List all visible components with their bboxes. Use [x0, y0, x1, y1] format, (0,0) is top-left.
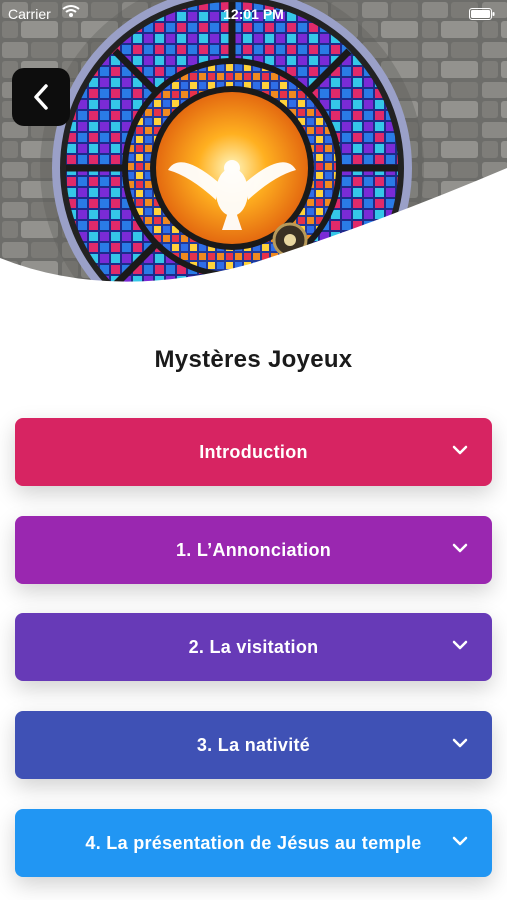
battery-icon	[469, 7, 495, 23]
accordion-annonciation[interactable]: 1. L’Annonciation	[15, 516, 492, 584]
accordion-label: Introduction	[199, 441, 308, 462]
accordion-visitation[interactable]: 2. La visitation	[15, 613, 492, 681]
page-title: Mystères Joyeux	[154, 346, 353, 373]
accordion-label: 1. L’Annonciation	[175, 539, 332, 560]
chevron-left-icon	[34, 84, 48, 110]
accordion-label: 3. La nativité	[196, 734, 311, 755]
chevron-down-icon	[452, 738, 468, 748]
stained-glass-image	[0, 0, 507, 300]
status-bar: Carrier 12:01 PM	[0, 0, 507, 28]
accordion-label: 4. La présentation de Jésus au temple	[85, 832, 422, 853]
chevron-down-icon	[452, 543, 468, 553]
back-button[interactable]	[12, 68, 70, 126]
chevron-down-icon	[452, 640, 468, 650]
chevron-down-icon	[452, 445, 468, 455]
accordion-nativite[interactable]: 3. La nativité	[15, 711, 492, 779]
accordion-label: 2. La visitation	[188, 636, 319, 657]
accordion-introduction[interactable]: Introduction	[15, 418, 492, 486]
chevron-down-icon	[452, 836, 468, 846]
accordion-presentation[interactable]: 4. La présentation de Jésus au temple	[15, 809, 492, 877]
clock-label: 12:01 PM	[223, 6, 284, 22]
hero-image	[0, 0, 507, 300]
